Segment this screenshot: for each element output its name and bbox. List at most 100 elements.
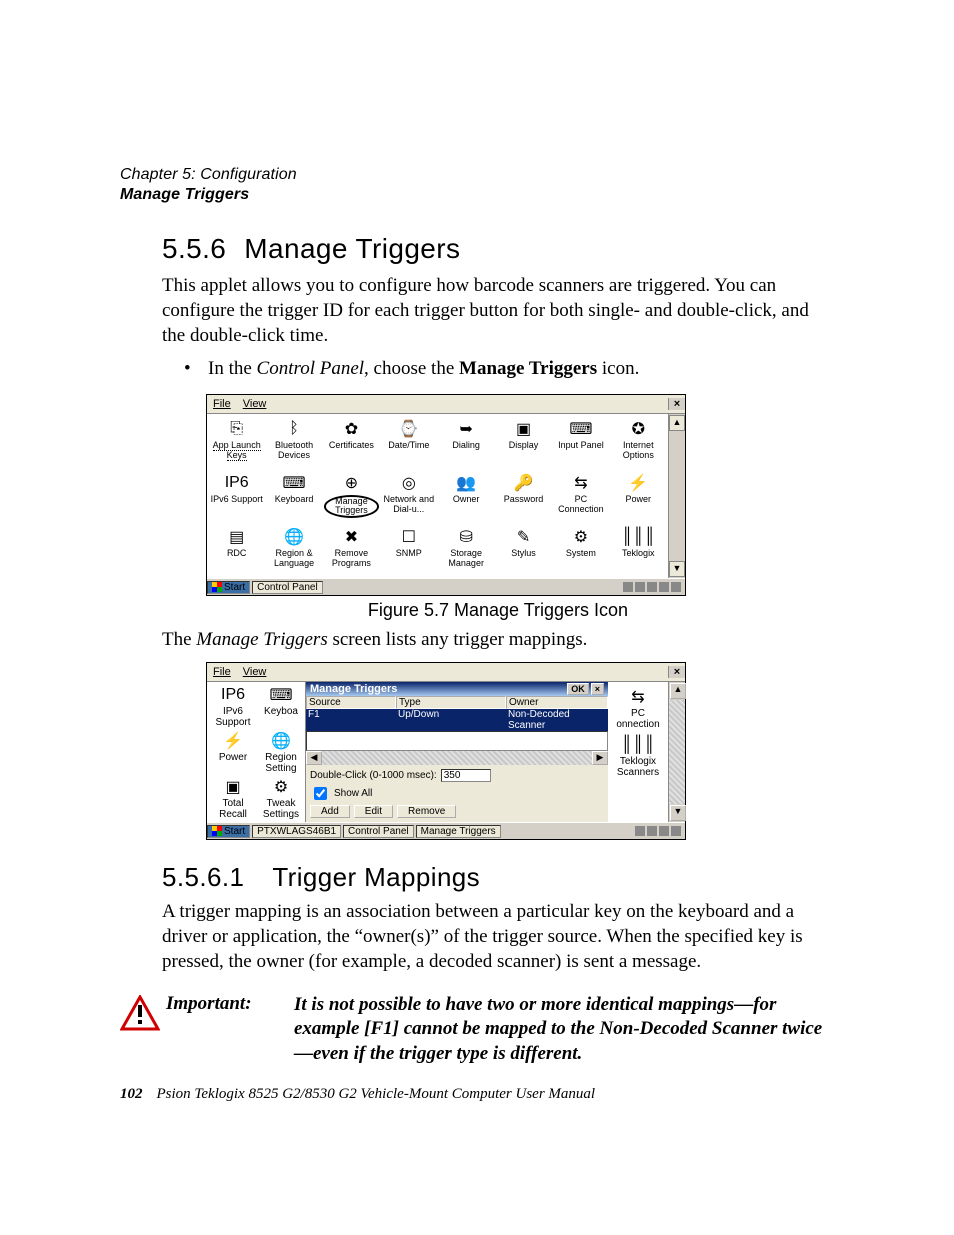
control-panel-icon[interactable]: ⚡Power xyxy=(209,730,257,776)
icon-label: Keyboard xyxy=(275,495,314,504)
tray-icon[interactable] xyxy=(635,582,645,592)
menu-view[interactable]: View xyxy=(237,397,273,411)
important-note: Important: It is not possible to have tw… xyxy=(120,993,834,1067)
remove-button[interactable]: Remove xyxy=(397,805,456,818)
show-all-checkbox[interactable] xyxy=(314,787,327,800)
h-scrollbar[interactable]: ◀ ▶ xyxy=(306,751,608,765)
control-panel-icon[interactable]: ⌨Input Panel xyxy=(553,418,608,470)
warning-icon xyxy=(120,995,160,1036)
control-panel-icon[interactable]: ▤RDC xyxy=(209,526,264,578)
intro-paragraph: This applet allows you to configure how … xyxy=(162,273,834,348)
scroll-down-icon[interactable]: ▼ xyxy=(670,805,686,821)
control-panel-icon[interactable]: ✿Certificates xyxy=(324,418,379,470)
control-panel-icon[interactable]: ⌨Keyboard xyxy=(266,472,321,524)
add-button[interactable]: Add xyxy=(310,805,350,818)
control-panel-icon[interactable]: IP6IPv6 Support xyxy=(209,472,264,524)
control-panel-icon[interactable]: ᛒBluetooth Devices xyxy=(266,418,321,470)
control-panel-icon[interactable]: ⌚Date/Time xyxy=(381,418,436,470)
scroll-up-icon[interactable]: ▲ xyxy=(669,415,685,431)
tray-icon[interactable] xyxy=(623,582,633,592)
control-panel-icon[interactable]: ✖Remove Programs xyxy=(324,526,379,578)
control-panel-icon[interactable]: ⚙Tweak Settings xyxy=(257,776,305,822)
control-panel-icon[interactable]: ⚙System xyxy=(553,526,608,578)
keyboard-icon: ⌨ xyxy=(283,472,305,494)
icon-label: Teklogix xyxy=(622,549,655,558)
tray-icon[interactable] xyxy=(647,826,657,836)
tray-icon[interactable] xyxy=(659,582,669,592)
power-icon: ⚡ xyxy=(222,730,244,752)
icon-label: Manage Triggers xyxy=(324,495,379,518)
taskbar-item[interactable]: Manage Triggers xyxy=(416,825,501,838)
scrollbar[interactable]: ▲ ▼ xyxy=(668,414,685,578)
menu-file[interactable]: File xyxy=(207,665,237,679)
control-panel-icon[interactable]: ║║║Teklogix Scanners xyxy=(608,734,668,782)
tray-icon[interactable] xyxy=(635,826,645,836)
start-button[interactable]: Start xyxy=(207,581,250,594)
close-button[interactable]: × xyxy=(668,666,685,678)
icon-label: Certificates xyxy=(329,441,374,450)
running-header: Chapter 5: Configuration Manage Triggers xyxy=(120,165,834,205)
icon-label: RDC xyxy=(227,549,247,558)
control-panel-icon[interactable]: ⌨Keyboa xyxy=(257,684,305,730)
icon-label: Stylus xyxy=(511,549,536,558)
scroll-down-icon[interactable]: ▼ xyxy=(669,561,685,577)
menu-view[interactable]: View xyxy=(237,665,273,679)
scroll-left-icon[interactable]: ◀ xyxy=(306,751,322,765)
close-icon[interactable]: × xyxy=(591,683,604,695)
control-panel-icon[interactable]: ✪Internet Options xyxy=(611,418,666,470)
icon-label: App Launch Keys xyxy=(209,441,264,460)
control-panel-icon[interactable]: ⚡Power xyxy=(611,472,666,524)
scroll-right-icon[interactable]: ▶ xyxy=(592,751,608,765)
control-panel-icon[interactable]: ⇆PC onnection xyxy=(608,686,668,734)
figure-manage-triggers-screen: File View × IP6IPv6 Support⌨Keyboa⚡Power… xyxy=(206,662,834,840)
icon-label: Region Setting xyxy=(257,753,305,774)
taskbar-item[interactable]: PTXWLAGS46B1 xyxy=(252,825,341,838)
icon-label: PC Connection xyxy=(553,495,608,514)
menu-file[interactable]: File xyxy=(207,397,237,411)
control-panel-icon[interactable]: 🌐Region Setting xyxy=(257,730,305,776)
tray-icon[interactable] xyxy=(659,826,669,836)
control-panel-icon[interactable]: 🔑Password xyxy=(496,472,551,524)
teklogix-scanners-icon: ║║║ xyxy=(627,734,649,756)
figure-5-7: File View × ⎘App Launch KeysᛒBluetooth D… xyxy=(206,394,834,596)
col-owner[interactable]: Owner xyxy=(506,696,608,709)
control-panel-icon[interactable]: ║║║Teklogix xyxy=(611,526,666,578)
control-panel-icon[interactable]: ✎Stylus xyxy=(496,526,551,578)
double-click-input[interactable] xyxy=(441,769,491,782)
ok-button[interactable]: OK xyxy=(567,683,589,695)
remove-programs-icon: ✖ xyxy=(340,526,362,548)
control-panel-icon[interactable]: ⊕Manage Triggers xyxy=(324,472,379,524)
trigger-mappings-paragraph: A trigger mapping is an association betw… xyxy=(162,899,834,974)
control-panel-icon[interactable]: ⇆PC Connection xyxy=(553,472,608,524)
cell-owner: Non-Decoded Scanner xyxy=(506,709,608,731)
start-button[interactable]: Start xyxy=(207,825,250,838)
taskbar: Start Control Panel xyxy=(207,578,685,595)
control-panel-icon[interactable]: ☐SNMP xyxy=(381,526,436,578)
bullet-dot: • xyxy=(184,358,208,380)
control-panel-icon[interactable]: ⎘App Launch Keys xyxy=(209,418,264,470)
col-source[interactable]: Source xyxy=(306,696,396,709)
control-panel-icon[interactable]: ➥Dialing xyxy=(439,418,494,470)
system-icon: ⚙ xyxy=(570,526,592,548)
close-button[interactable]: × xyxy=(668,398,685,410)
control-panel-icon[interactable]: IP6IPv6 Support xyxy=(209,684,257,730)
control-panel-icon[interactable]: 👥Owner xyxy=(439,472,494,524)
control-panel-icon[interactable]: ⛁Storage Manager xyxy=(439,526,494,578)
list-area[interactable] xyxy=(306,731,608,751)
control-panel-icon[interactable]: ◎Network and Dial-u... xyxy=(381,472,436,524)
control-panel-icon[interactable]: 🌐Region & Language xyxy=(266,526,321,578)
tray-icon[interactable] xyxy=(671,826,681,836)
scrollbar[interactable]: ▲ ▼ xyxy=(668,682,685,822)
taskbar-control-panel[interactable]: Control Panel xyxy=(252,581,323,594)
edit-button[interactable]: Edit xyxy=(354,805,393,818)
col-type[interactable]: Type xyxy=(396,696,506,709)
tray-icon[interactable] xyxy=(671,582,681,592)
control-panel-icon[interactable]: ▣Display xyxy=(496,418,551,470)
scroll-up-icon[interactable]: ▲ xyxy=(670,683,686,699)
table-row[interactable]: F1 Up/Down Non-Decoded Scanner xyxy=(306,709,608,731)
tray-icon[interactable] xyxy=(647,582,657,592)
taskbar-item[interactable]: Control Panel xyxy=(343,825,414,838)
icon-label: Remove Programs xyxy=(324,549,379,568)
icon-label: Bluetooth Devices xyxy=(266,441,321,460)
control-panel-icon[interactable]: ▣Total Recall xyxy=(209,776,257,822)
